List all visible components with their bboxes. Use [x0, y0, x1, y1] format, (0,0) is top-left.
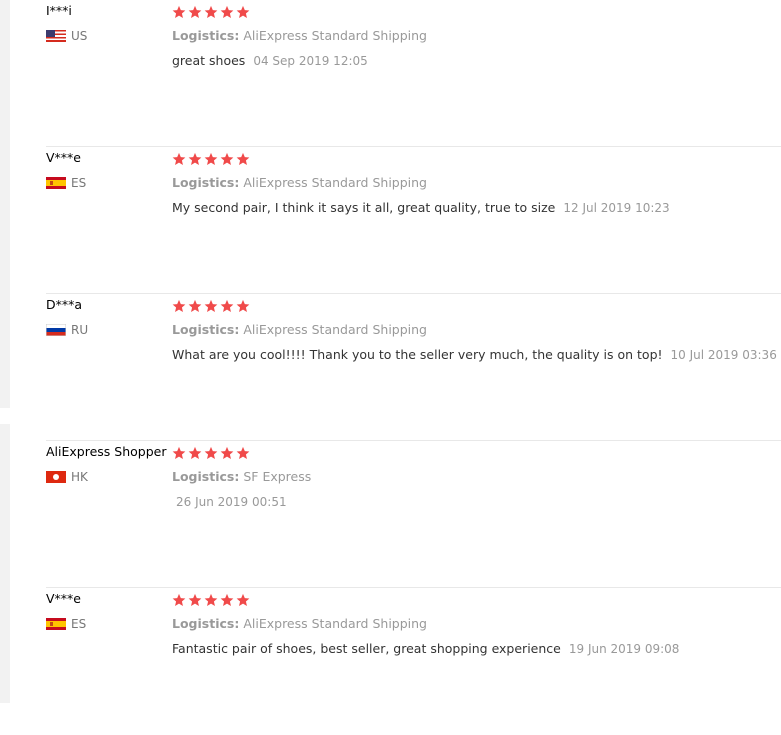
reviewer-name: V***e [46, 591, 81, 606]
review-date: 26 Jun 2019 00:51 [176, 495, 287, 509]
logistics-info: Logistics: SF Express [172, 469, 311, 484]
reviewer-name: AliExpress Shopper [46, 444, 167, 459]
review-comment: Fantastic pair of shoes, best seller, gr… [172, 641, 679, 656]
logistics-value: AliExpress Standard Shipping [243, 322, 427, 337]
reviewer-country: HK [46, 469, 88, 485]
reviewer-country: ES [46, 175, 86, 191]
review-comment: 26 Jun 2019 00:51 [172, 494, 287, 509]
left-sidebar-gap [0, 408, 10, 424]
review-comment: My second pair, I think it says it all, … [172, 200, 670, 215]
review-item: V***e ES Logistics: AliExpress Standard S… [46, 588, 781, 735]
es-flag-icon [46, 618, 66, 630]
star-icon [172, 5, 186, 19]
comment-text: great shoes [172, 53, 246, 68]
star-icon [204, 152, 218, 166]
star-rating [172, 445, 250, 461]
reviewer-name: V***e [46, 150, 81, 165]
star-icon [204, 299, 218, 313]
star-icon [188, 5, 202, 19]
es-flag-icon [46, 177, 66, 189]
star-icon [204, 5, 218, 19]
star-icon [236, 5, 250, 19]
us-flag-icon [46, 30, 66, 42]
star-rating [172, 298, 250, 314]
comment-text: What are you cool!!!! Thank you to the s… [172, 347, 663, 362]
star-icon [236, 593, 250, 607]
logistics-label: Logistics: [172, 469, 240, 484]
reviewer-name: I***i [46, 3, 72, 18]
comment-text: My second pair, I think it says it all, … [172, 200, 556, 215]
star-icon [172, 446, 186, 460]
star-icon [220, 152, 234, 166]
feedback-list: I***i US Logistics: AliExpress Standard S… [46, 0, 781, 735]
star-rating [172, 4, 250, 20]
logistics-label: Logistics: [172, 28, 240, 43]
star-icon [188, 593, 202, 607]
star-rating [172, 151, 250, 167]
logistics-info: Logistics: AliExpress Standard Shipping [172, 322, 427, 337]
country-code: US [71, 29, 88, 43]
star-icon [172, 152, 186, 166]
review-item: AliExpress Shopper HK Logistics: SF Expre… [46, 441, 781, 588]
star-icon [236, 299, 250, 313]
country-code: ES [71, 176, 87, 190]
comment-text: Fantastic pair of shoes, best seller, gr… [172, 641, 561, 656]
review-date: 12 Jul 2019 10:23 [563, 201, 670, 215]
logistics-info: Logistics: AliExpress Standard Shipping [172, 28, 427, 43]
logistics-label: Logistics: [172, 175, 240, 190]
star-icon [220, 5, 234, 19]
star-icon [188, 299, 202, 313]
hk-flag-icon [46, 471, 66, 483]
star-icon [188, 152, 202, 166]
logistics-label: Logistics: [172, 322, 240, 337]
logistics-value: SF Express [243, 469, 312, 484]
review-date: 19 Jun 2019 09:08 [568, 642, 680, 656]
star-icon [220, 593, 234, 607]
review-item: V***e ES Logistics: AliExpress Standard S… [46, 147, 781, 294]
star-icon [204, 446, 218, 460]
country-code: ES [71, 617, 87, 631]
star-icon [172, 299, 186, 313]
country-code: HK [71, 470, 88, 484]
star-icon [220, 299, 234, 313]
star-icon [172, 593, 186, 607]
review-comment: What are you cool!!!! Thank you to the s… [172, 347, 777, 362]
star-icon [220, 446, 234, 460]
logistics-value: AliExpress Standard Shipping [243, 175, 427, 190]
review-date: 10 Jul 2019 03:36 [670, 348, 777, 362]
star-icon [188, 446, 202, 460]
star-rating [172, 592, 250, 608]
logistics-info: Logistics: AliExpress Standard Shipping [172, 616, 427, 631]
reviewer-country: RU [46, 322, 88, 338]
review-date: 04 Sep 2019 12:05 [253, 54, 368, 68]
star-icon [236, 446, 250, 460]
review-comment: great shoes 04 Sep 2019 12:05 [172, 53, 368, 68]
reviewer-name: D***a [46, 297, 83, 312]
left-sidebar-rail [0, 0, 10, 703]
reviewer-country: ES [46, 616, 86, 632]
ru-flag-icon [46, 324, 66, 336]
star-icon [236, 152, 250, 166]
logistics-info: Logistics: AliExpress Standard Shipping [172, 175, 427, 190]
logistics-value: AliExpress Standard Shipping [243, 28, 427, 43]
logistics-label: Logistics: [172, 616, 240, 631]
reviewer-country: US [46, 28, 87, 44]
country-code: RU [71, 323, 89, 337]
star-icon [204, 593, 218, 607]
logistics-value: AliExpress Standard Shipping [243, 616, 427, 631]
review-item: D***a RU Logistics: AliExpress Standard S… [46, 294, 781, 441]
review-item: I***i US Logistics: AliExpress Standard S… [46, 0, 781, 147]
